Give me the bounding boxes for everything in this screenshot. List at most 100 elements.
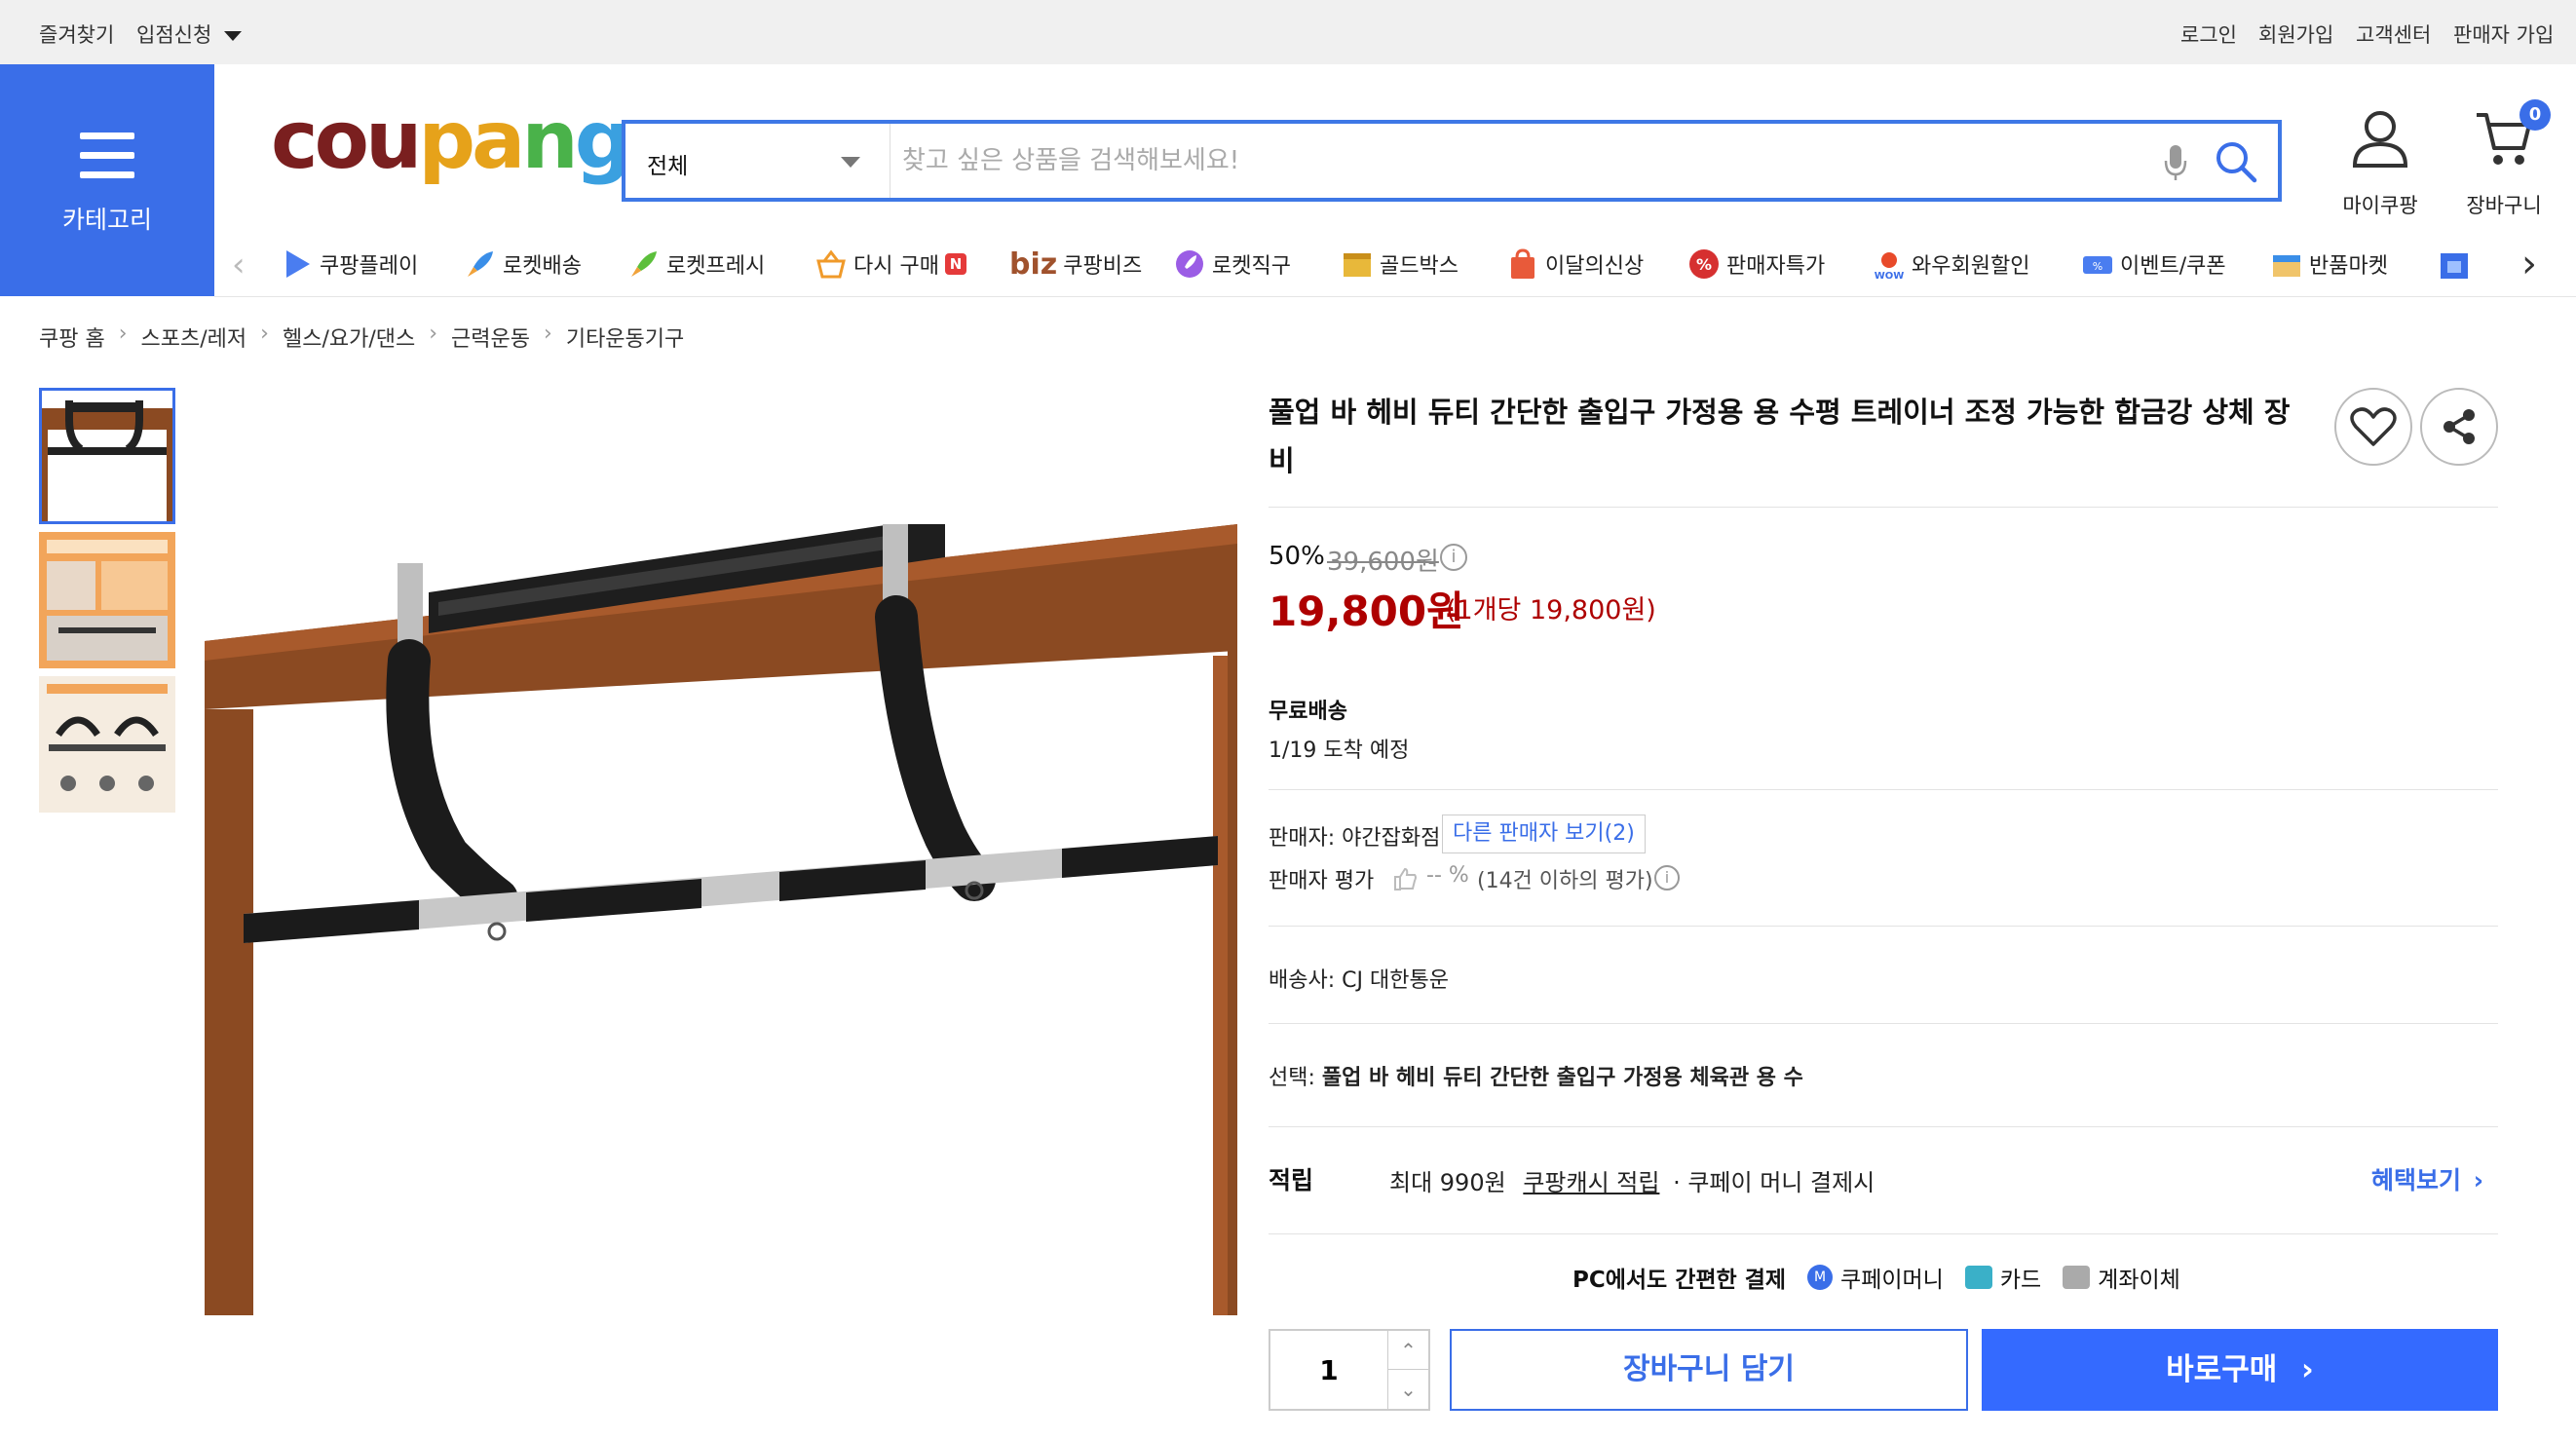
share-icon	[2443, 409, 2475, 444]
nav-item-rebuy[interactable]: 다시 구매 N	[814, 245, 966, 284]
divider	[1269, 926, 2498, 927]
view-benefits-label: 혜택보기	[2371, 1166, 2462, 1194]
chevron-right-icon: ›	[118, 322, 128, 346]
option-info[interactable]: 선택: 풀업 바 헤비 듀티 간단한 출입구 가정용 체육관 용 수	[1269, 1060, 1803, 1091]
breadcrumb-item[interactable]: 스포츠/레저	[141, 322, 247, 353]
play-icon	[286, 250, 310, 278]
product-thumbnail-3[interactable]	[39, 676, 175, 813]
wishlist-button[interactable]	[2334, 388, 2412, 466]
chevron-right-icon: ›	[544, 322, 552, 346]
courier-info: 배송사: CJ 대한통운	[1269, 963, 1449, 994]
seller-rating-value: -- %	[1426, 863, 1469, 888]
breadcrumb-item[interactable]: 헬스/요가/댄스	[283, 322, 415, 353]
nav-label: 판매자특가	[1726, 254, 1826, 279]
divider	[1269, 1233, 2498, 1234]
seller-rating-note: (14건 이하의 평가)	[1477, 869, 1653, 893]
reward-label: 적립	[1269, 1166, 1314, 1194]
nav-label: 로켓배송	[503, 254, 582, 279]
nav-item-goldbox[interactable]: 골드박스	[1341, 245, 1458, 284]
nav-item-wow-discount[interactable]: WOW 와우회원할인	[1873, 245, 2029, 284]
heart-icon	[2350, 407, 2397, 446]
search-input[interactable]	[900, 137, 2069, 184]
seller-join-link[interactable]: 판매자 가입	[2453, 19, 2554, 49]
product-thumbnail-1[interactable]	[39, 388, 175, 524]
product-title: 풀업 바 헤비 듀티 간단한 출입구 가정용 용 수평 트레이너 조정 가능한 …	[1269, 396, 2291, 477]
bank-transfer-icon	[2063, 1266, 2091, 1289]
login-link[interactable]: 로그인	[2180, 19, 2237, 49]
add-to-cart-button[interactable]: 장바구니 담기	[1450, 1329, 1968, 1411]
utility-bar: 즐겨찾기 입점신청 로그인 회원가입 고객센터 판매자 가입	[0, 0, 2576, 64]
seller-label: 판매자:	[1269, 826, 1343, 851]
store-icon	[2441, 253, 2468, 279]
nav-label: 쿠팡비즈	[1063, 254, 1143, 279]
search-icon[interactable]	[2214, 139, 2258, 184]
search-category-value: 전체	[647, 154, 689, 179]
nav-item-coupang-biz[interactable]: biz 쿠팡비즈	[1009, 245, 1142, 284]
seller-name[interactable]: 야간잡화점	[1342, 826, 1440, 851]
cart-count-badge: 0	[2519, 99, 2551, 131]
basket-icon	[816, 249, 846, 279]
chevron-right-icon: ›	[429, 322, 438, 346]
product-thumbnail-2[interactable]	[39, 532, 175, 668]
card-icon	[1964, 1266, 1992, 1289]
search-bar: 전체	[622, 120, 2282, 202]
info-icon[interactable]: i	[1440, 544, 1467, 571]
buy-now-label: 바로구매	[2166, 1352, 2278, 1387]
divider	[1269, 789, 2498, 790]
category-menu-button[interactable]: 카테고리	[0, 64, 214, 296]
rocket-icon	[468, 251, 493, 277]
nav-item-rocket-fresh[interactable]: 로켓프레시	[627, 245, 765, 284]
nav-item-monthly-new[interactable]: 이달의신상	[1506, 245, 1644, 284]
nav-label: 로켓직구	[1212, 254, 1291, 279]
rocket-fresh-icon	[631, 251, 657, 277]
chevron-down-icon	[841, 157, 860, 168]
info-icon[interactable]: i	[1654, 865, 1680, 891]
quantity-increase-button[interactable]: ⌃	[1387, 1331, 1428, 1370]
nav-item-rocket[interactable]: 로켓배송	[464, 245, 582, 284]
easy-payment-title: PC에서도 간편한 결제	[1572, 1268, 1787, 1293]
product-parts-thumbnail-image	[39, 676, 175, 813]
search-category-select[interactable]: 전체	[625, 124, 890, 198]
courier-label: 배송사:	[1269, 968, 1343, 993]
coupang-logo[interactable]: coupang	[271, 101, 631, 181]
nav-item-event-coupon[interactable]: % 이벤트/쿠폰	[2081, 245, 2226, 284]
other-sellers-button[interactable]: 다른 판매자 보기(2)	[1442, 815, 1646, 853]
my-coupang-button[interactable]: 마이쿠팡	[2327, 107, 2434, 219]
nav-item-more[interactable]	[2438, 245, 2477, 284]
chevron-right-icon: ›	[260, 322, 269, 346]
option-value: 풀업 바 헤비 듀티 간단한 출입구 가정용 체육관 용 수	[1321, 1066, 1803, 1090]
category-label: 카테고리	[61, 206, 152, 234]
microphone-icon[interactable]	[2163, 143, 2188, 182]
divider	[1269, 1023, 2498, 1024]
apply-link[interactable]: 입점신청	[136, 19, 242, 49]
coupay-money-icon: M	[1807, 1265, 1834, 1290]
wow-icon: WOW	[1875, 252, 1905, 281]
reward-cash-link[interactable]: 쿠팡캐시 적립	[1523, 1169, 1659, 1196]
bookmark-link[interactable]: 즐겨찾기	[39, 19, 114, 49]
nav-item-coupang-play[interactable]: 쿠팡플레이	[281, 245, 418, 284]
discount-rate: 50%	[1269, 542, 1325, 571]
breadcrumb: 쿠팡 홈 › 스포츠/레저 › 헬스/요가/댄스 › 근력운동 › 기타운동기구	[39, 322, 684, 353]
buy-now-button[interactable]: 바로구매 ›	[1982, 1329, 2498, 1411]
new-badge: N	[944, 253, 966, 275]
svg-text:%: %	[2093, 260, 2102, 273]
breadcrumb-item[interactable]: 기타운동기구	[566, 322, 684, 353]
sale-price: 19,800원	[1269, 587, 1464, 635]
seller-rating-label: 판매자 평가	[1269, 869, 1375, 893]
quantity-input[interactable]	[1270, 1331, 1387, 1409]
breadcrumb-item[interactable]: 근력운동	[451, 322, 530, 353]
user-icon	[2352, 111, 2408, 168]
support-link[interactable]: 고객센터	[2356, 19, 2431, 49]
breadcrumb-item[interactable]: 쿠팡 홈	[39, 322, 105, 353]
view-benefits-link[interactable]: 혜택보기 ›	[2371, 1161, 2483, 1196]
quantity-decrease-button[interactable]: ⌄	[1387, 1370, 1428, 1409]
nav-item-rocket-global[interactable]: 로켓직구	[1173, 245, 1291, 284]
payment-method-label: 카드	[1999, 1268, 2042, 1293]
nav-item-seller-deal[interactable]: % 판매자특가	[1687, 245, 1825, 284]
nav-item-return-market[interactable]: 반품마켓	[2270, 245, 2388, 284]
coupon-icon: %	[2083, 256, 2112, 274]
nav-next-arrow-icon[interactable]: ›	[2521, 242, 2537, 286]
signup-link[interactable]: 회원가입	[2258, 19, 2333, 49]
svg-text:WOW: WOW	[1875, 271, 1905, 281]
share-button[interactable]	[2420, 388, 2498, 466]
